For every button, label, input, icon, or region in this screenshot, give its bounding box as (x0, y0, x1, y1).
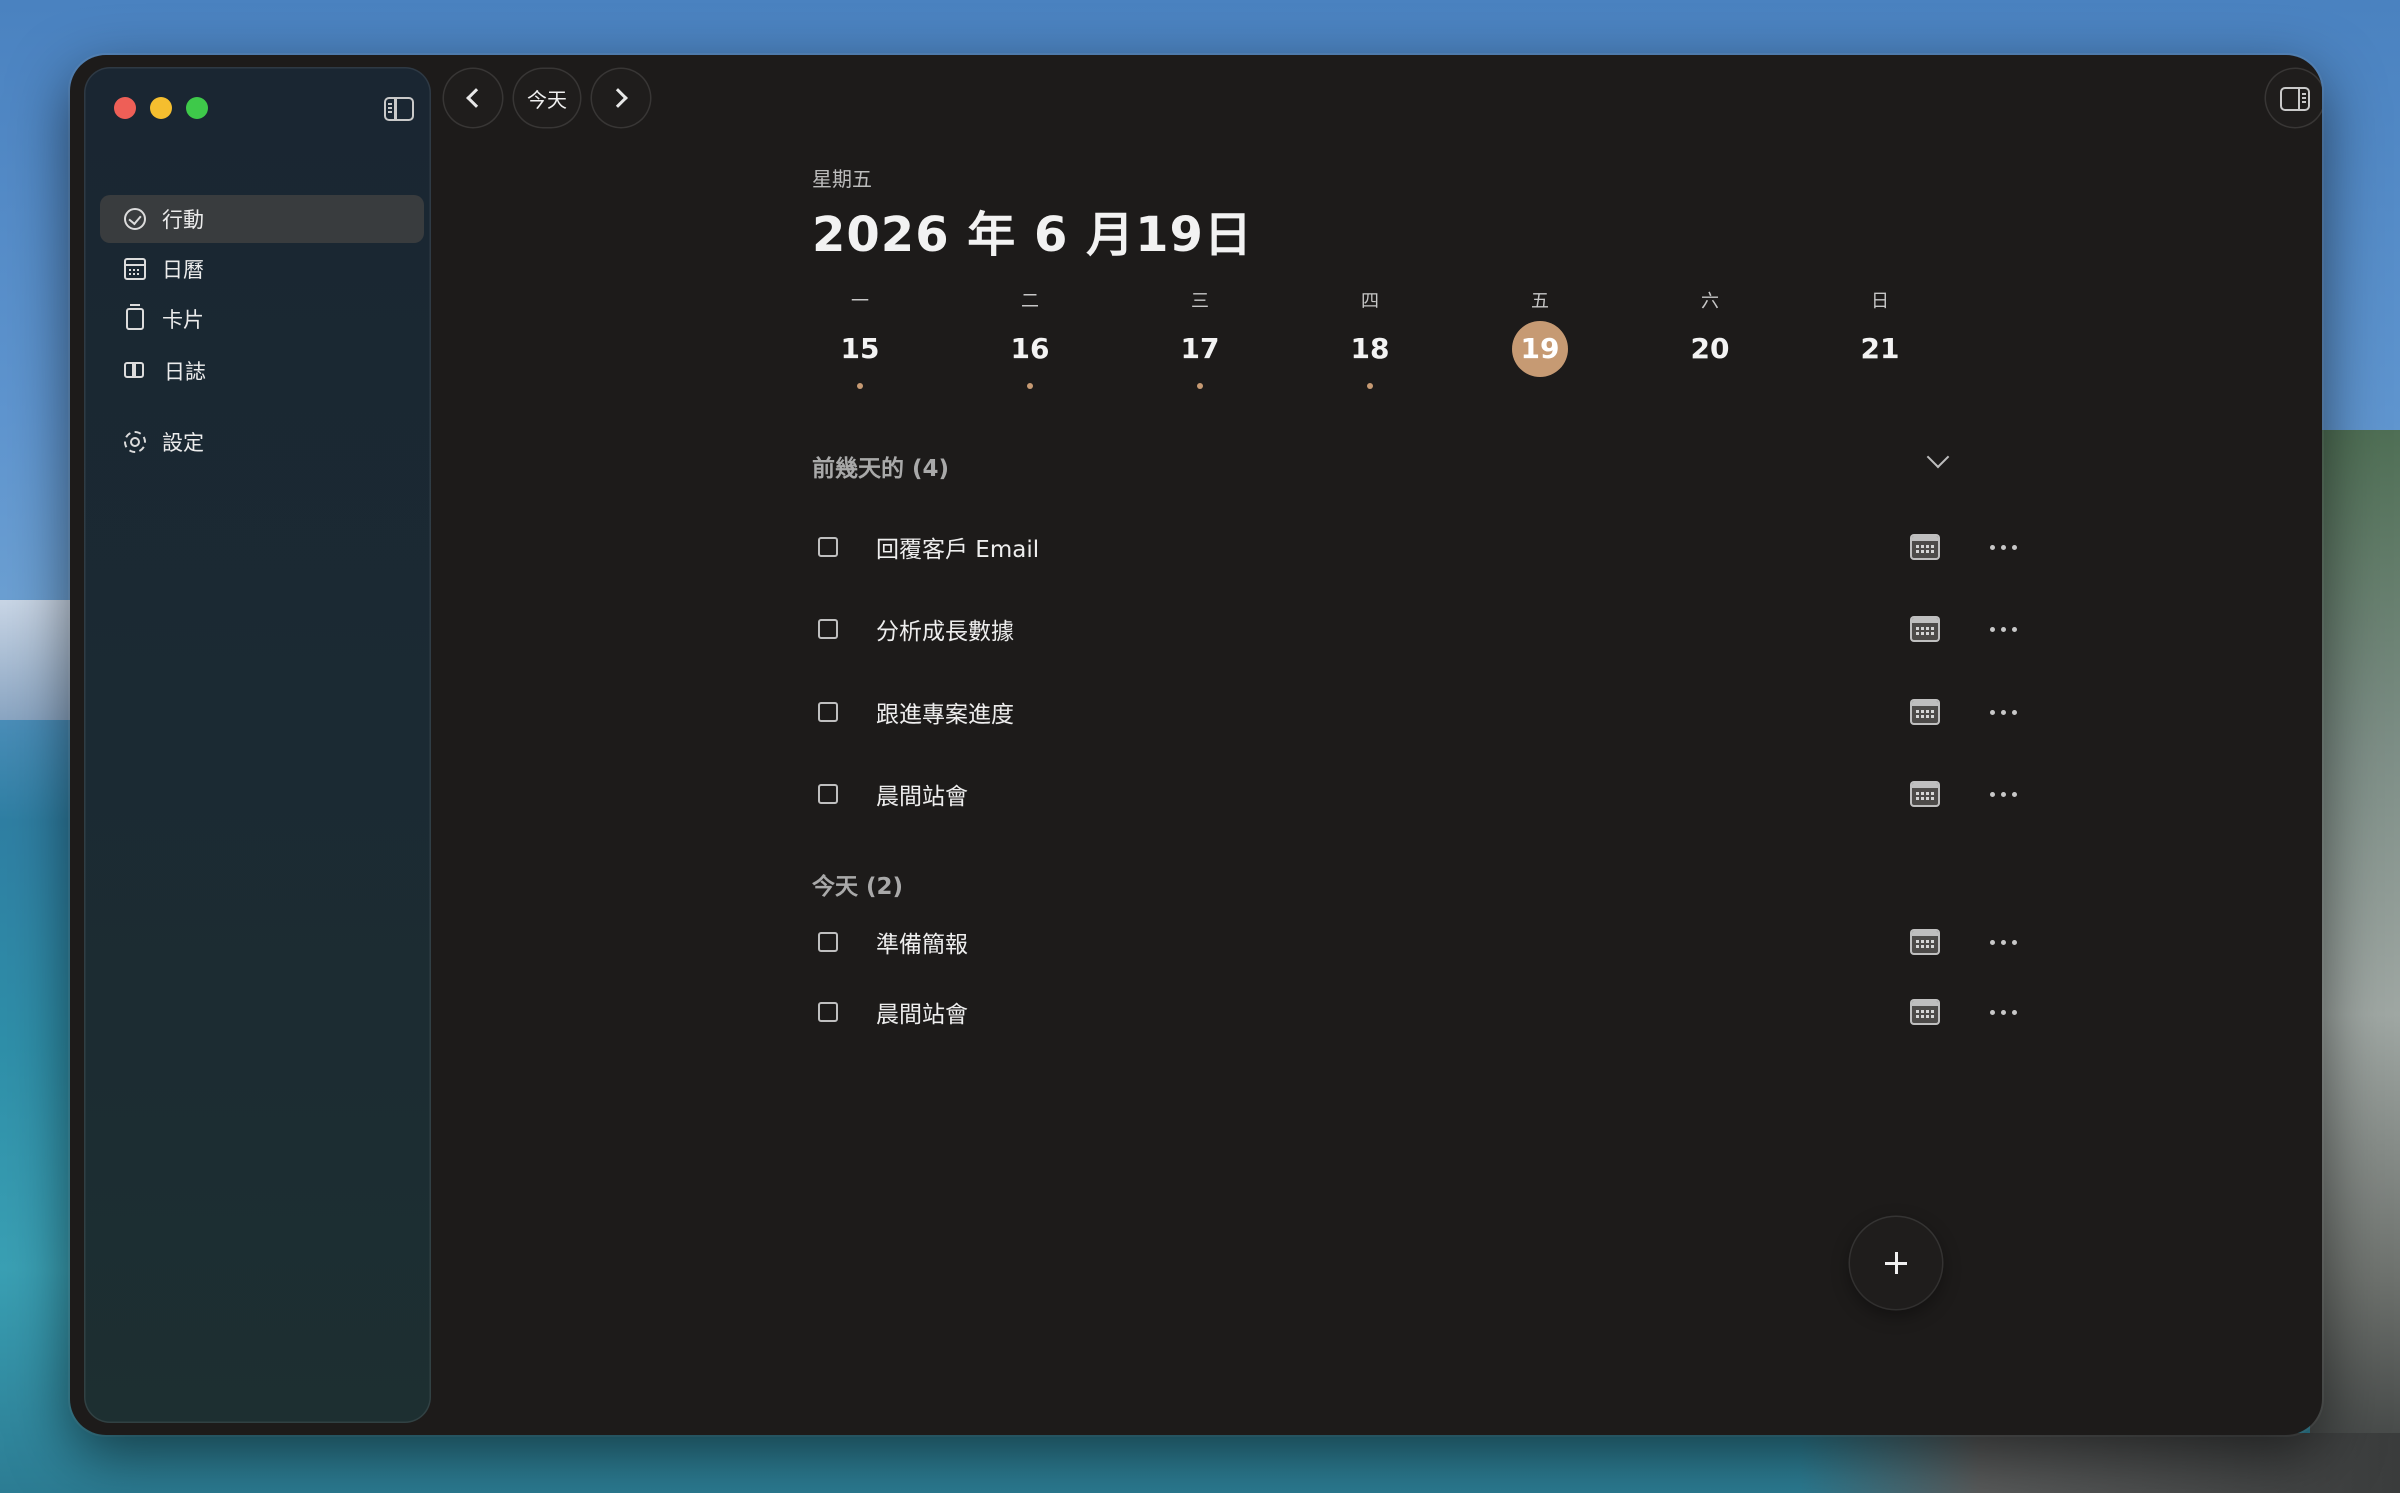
sidebar-item-label: 日誌 (164, 360, 206, 384)
sidebar-item-label: 設定 (162, 431, 204, 455)
task-row: 分析成長數據 (812, 599, 2032, 659)
day-label: 六 (1701, 291, 1719, 312)
today-button-label: 今天 (527, 87, 567, 112)
day-number: 18 (1350, 332, 1390, 365)
day-label: 五 (1531, 291, 1549, 312)
check-circle-icon (124, 208, 146, 230)
week-strip: 一 15 二 16 三 17 四 18 五 19 六 20 日 21 (810, 287, 2000, 389)
minimize-window-button[interactable] (150, 97, 172, 119)
day-label: 日 (1871, 291, 1889, 312)
day-number: 20 (1690, 332, 1730, 365)
sidebar-item-label: 卡片 (162, 308, 204, 332)
day-number: 16 (1010, 332, 1050, 365)
task-checkbox[interactable] (818, 784, 838, 804)
right-panel-icon (2280, 87, 2310, 111)
more-options-icon[interactable] (1988, 702, 2018, 722)
task-checkbox[interactable] (818, 702, 838, 722)
task-row: 跟進專案進度 (812, 682, 2032, 742)
sidebar-toggle-icon[interactable] (384, 97, 414, 121)
task-label[interactable]: 跟進專案進度 (876, 695, 1910, 729)
task-indicator-dot (857, 383, 863, 389)
calendar-icon[interactable] (1910, 781, 1940, 807)
section-title-today: 今天 (2) (812, 874, 904, 900)
task-indicator-dot (1197, 383, 1203, 389)
task-checkbox[interactable] (818, 619, 838, 639)
sidebar-item-actions[interactable]: 行動 (100, 195, 424, 243)
day-number-selected: 19 (1512, 321, 1568, 377)
sidebar-item-label: 行動 (162, 208, 204, 232)
sidebar: 行動 日曆 卡片 日誌 設定 (84, 67, 431, 1423)
weekday-label: 星期五 (812, 167, 872, 191)
calendar-icon[interactable] (1910, 616, 1940, 642)
week-day-tue[interactable]: 二 16 (980, 287, 1080, 389)
task-row: 準備簡報 (812, 912, 2032, 972)
calendar-icon[interactable] (1910, 534, 1940, 560)
week-day-wed[interactable]: 三 17 (1150, 287, 1250, 389)
close-window-button[interactable] (114, 97, 136, 119)
gear-icon (124, 431, 146, 453)
desktop-wallpaper-mountain (0, 600, 70, 720)
more-options-icon[interactable] (1988, 784, 2018, 804)
card-icon (126, 304, 144, 330)
day-label: 二 (1021, 291, 1039, 312)
chevron-down-icon[interactable] (1926, 445, 1950, 469)
app-window: 行動 日曆 卡片 日誌 設定 今天 星期五 2026 年 6 月19日 一 15… (70, 55, 2322, 1435)
more-options-icon[interactable] (1988, 1002, 2018, 1022)
task-indicator-dot (1367, 383, 1373, 389)
sidebar-item-calendar[interactable]: 日曆 (100, 245, 424, 293)
task-row: 晨間站會 (812, 764, 2032, 824)
calendar-icon[interactable] (1910, 699, 1940, 725)
week-day-fri[interactable]: 五 19 (1490, 287, 1590, 377)
previous-week-button[interactable] (444, 69, 502, 127)
inspector-toggle-button[interactable] (2266, 69, 2322, 127)
week-day-sun[interactable]: 日 21 (1830, 287, 1930, 377)
add-task-button[interactable] (1850, 1217, 1942, 1309)
sidebar-item-settings[interactable]: 設定 (100, 418, 424, 466)
section-title-previous: 前幾天的 (4) (812, 456, 950, 482)
week-day-sat[interactable]: 六 20 (1660, 287, 1760, 377)
chevron-right-icon (608, 88, 628, 108)
more-options-icon[interactable] (1988, 619, 2018, 639)
task-label[interactable]: 回覆客戶 Email (876, 530, 1910, 564)
calendar-icon[interactable] (1910, 929, 1940, 955)
task-label[interactable]: 晨間站會 (876, 777, 1910, 811)
task-label[interactable]: 晨間站會 (876, 995, 1910, 1029)
task-row: 回覆客戶 Email (812, 517, 2032, 577)
desktop-wallpaper-rocks (2310, 430, 2400, 1493)
calendar-icon[interactable] (1910, 999, 1940, 1025)
task-checkbox[interactable] (818, 932, 838, 952)
task-label[interactable]: 準備簡報 (876, 925, 1910, 959)
sidebar-item-cards[interactable]: 卡片 (100, 295, 424, 343)
task-indicator-dot (1027, 383, 1033, 389)
day-label: 一 (851, 291, 869, 312)
more-options-icon[interactable] (1988, 537, 2018, 557)
more-options-icon[interactable] (1988, 932, 2018, 952)
task-checkbox[interactable] (818, 1002, 838, 1022)
task-checkbox[interactable] (818, 537, 838, 557)
today-button[interactable]: 今天 (514, 69, 580, 127)
day-number: 21 (1860, 332, 1900, 365)
day-number: 15 (840, 332, 880, 365)
task-label[interactable]: 分析成長數據 (876, 612, 1910, 646)
week-day-thu[interactable]: 四 18 (1320, 287, 1420, 389)
desktop-wallpaper-shore (1800, 1433, 2400, 1493)
sidebar-item-label: 日曆 (162, 258, 204, 282)
next-week-button[interactable] (592, 69, 650, 127)
day-label: 三 (1191, 291, 1209, 312)
chevron-left-icon (466, 88, 486, 108)
sidebar-item-journal[interactable]: 日誌 (100, 347, 424, 395)
calendar-icon (124, 258, 146, 280)
day-number: 17 (1180, 332, 1220, 365)
week-day-mon[interactable]: 一 15 (810, 287, 910, 389)
task-row: 晨間站會 (812, 982, 2032, 1042)
day-label: 四 (1361, 291, 1379, 312)
page-title: 2026 年 6 月19日 (812, 207, 1253, 263)
book-icon (124, 360, 148, 382)
zoom-window-button[interactable] (186, 97, 208, 119)
